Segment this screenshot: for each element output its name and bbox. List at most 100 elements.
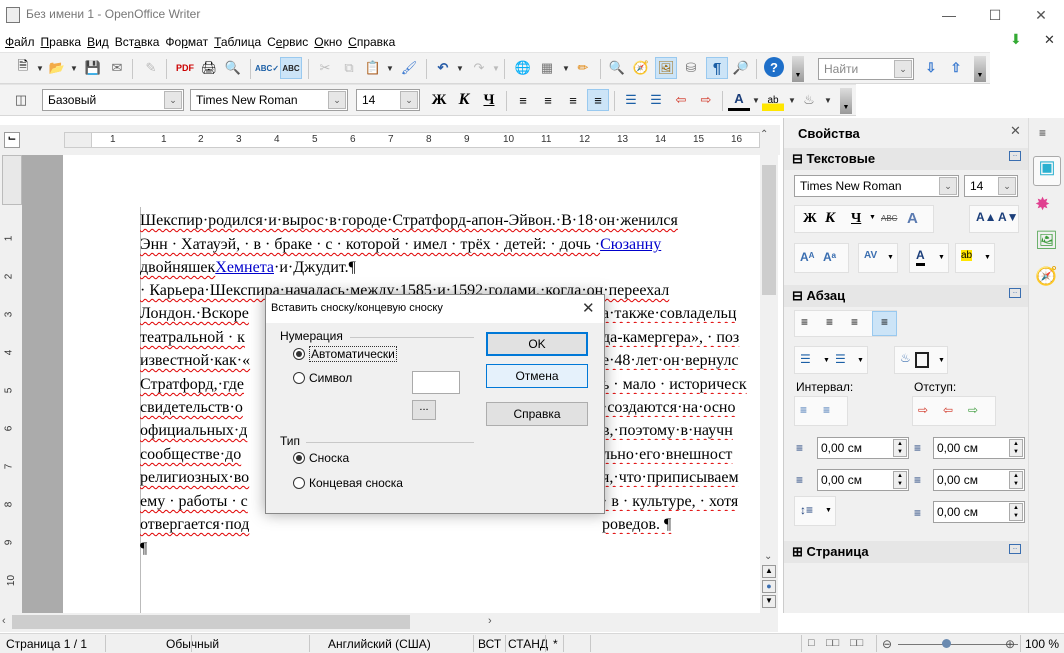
copy-icon[interactable]: ⧉ <box>338 57 360 79</box>
clone-formatting-icon[interactable]: 🖌 <box>398 57 420 79</box>
book-view-icon[interactable]: □□ <box>850 637 863 649</box>
sidebar-bullets-icon[interactable]: ☰ <box>800 352 811 366</box>
maximize-button[interactable]: ☐ <box>972 0 1018 30</box>
gallery-icon[interactable]: 🖼 <box>655 57 677 79</box>
doc-line[interactable]: Энн · Хатауэй, · в · браке · с · которой… <box>140 236 661 254</box>
italic-button[interactable]: К <box>453 89 475 111</box>
menu-8[interactable]: Справка <box>345 33 398 51</box>
tab-stop-type-button[interactable]: ⌙ <box>4 132 20 148</box>
text-more-options-icon[interactable]: ... <box>1009 151 1021 161</box>
vertical-scroll-thumb[interactable] <box>762 165 776 295</box>
find-next-icon[interactable]: ⇩ <box>920 57 942 79</box>
ok-button[interactable]: OK <box>486 332 588 356</box>
font-name-select[interactable]: Times New Roman ⌄ <box>190 89 348 111</box>
page-more-options-icon[interactable]: ... <box>1009 544 1021 554</box>
numbering-symbol-radio[interactable]: Символ <box>293 371 352 385</box>
superscript-icon[interactable]: Aᴬ <box>800 250 815 264</box>
menu-5[interactable]: Таблица <box>211 33 264 51</box>
increase-indent-icon[interactable]: ⇨ <box>695 89 717 111</box>
paragraph-section-header[interactable]: ⊟ Абзац <box>784 285 1029 307</box>
email-icon[interactable]: ✉ <box>106 57 128 79</box>
doc-line[interactable]: религиозных·во <box>140 469 249 487</box>
page-section-header[interactable]: ⊞ Страница <box>784 541 1029 563</box>
horizontal-scrollbar[interactable]: ‹ › <box>0 613 778 632</box>
doc-line-fragment[interactable]: ·создаются·на·осно <box>602 399 760 417</box>
open-folder-icon[interactable]: 📂 <box>46 57 68 79</box>
indent-after-input[interactable]: 0,00 см ▲ ▼ <box>933 469 1025 491</box>
sidebar-font-select[interactable]: Times New Roman ⌄ <box>794 175 959 197</box>
paragraph-background-icon[interactable]: ♨ <box>900 351 911 365</box>
space-below-input[interactable]: 0,00 см ▲ ▼ <box>817 469 909 491</box>
find-replace-icon[interactable]: 🔍 <box>606 57 628 79</box>
data-sources-icon[interactable]: ⛁ <box>680 57 702 79</box>
doc-line-fragment[interactable]: ь · мало · историческ <box>602 376 760 394</box>
doc-line[interactable]: ему · работы · с <box>140 493 248 511</box>
first-line-indent-input[interactable]: 0,00 см ▲ ▼ <box>933 501 1025 523</box>
properties-tab-icon[interactable]: ▣ <box>1033 156 1061 186</box>
background-color-icon[interactable]: ♨ <box>798 89 820 111</box>
toolbar-overflow-button[interactable]: ▼ <box>792 56 804 82</box>
font-size-select[interactable]: 14 ⌄ <box>356 89 420 111</box>
increase-font-icon[interactable]: A▲ <box>976 210 997 224</box>
close-window-button[interactable]: ✕ <box>1018 0 1064 30</box>
borders-icon[interactable] <box>915 352 929 368</box>
redo-icon[interactable]: ↷ <box>468 57 490 79</box>
gallery-tab-icon[interactable]: 🖼 <box>1035 230 1058 251</box>
doc-line[interactable]: отвергается·под <box>140 516 249 534</box>
export-pdf-icon[interactable]: PDF <box>174 57 196 79</box>
type-footnote-radio[interactable]: Сноска <box>293 451 349 465</box>
doc-line[interactable]: официальных·д <box>140 422 247 440</box>
menu-2[interactable]: Вид <box>84 33 112 51</box>
navigation-button[interactable]: ● <box>762 580 776 593</box>
single-page-view-icon[interactable]: □ <box>808 637 815 649</box>
menu-4[interactable]: Формат <box>162 33 211 51</box>
page-style[interactable]: Обычный <box>166 637 219 651</box>
increase-spacing-icon[interactable]: ≡ <box>800 403 807 417</box>
styles-icon[interactable]: ◫ <box>10 89 32 111</box>
menu-6[interactable]: Сервис <box>264 33 311 51</box>
navigator-tab-icon[interactable]: 🧭 <box>1035 266 1057 287</box>
menu-1[interactable]: Правка <box>38 33 85 51</box>
doc-line-fragment[interactable]: а·также·совладельц <box>602 305 760 323</box>
find-toolbar-overflow-button[interactable]: ▼ <box>974 56 986 82</box>
print-icon[interactable]: 🖨 <box>198 57 220 79</box>
doc-line-fragment[interactable]: в,·поэтому·в·научн <box>602 422 760 440</box>
minimize-button[interactable]: — <box>926 0 972 30</box>
scroll-left-icon[interactable]: ‹ <box>2 615 6 627</box>
align-justify-icon[interactable]: ≡ <box>587 89 609 111</box>
sidebar-size-select[interactable]: 14 ⌄ <box>964 175 1018 197</box>
table-icon[interactable]: ▦ <box>536 57 558 79</box>
subscript-icon[interactable]: Aᵃ <box>823 250 836 264</box>
vertical-scrollbar[interactable]: ⌄ ▲ ● ▼ <box>760 155 778 613</box>
align-right-icon[interactable]: ≡ <box>562 89 584 111</box>
language-indicator[interactable]: Английский (США) <box>328 637 431 651</box>
help-button[interactable]: Справка <box>486 402 588 426</box>
doc-line[interactable]: Лондон.·Вскоре <box>140 305 249 323</box>
symbol-input[interactable] <box>412 371 460 394</box>
numbering-auto-radio[interactable]: Автоматически <box>293 346 397 362</box>
decrease-font-icon[interactable]: A▼ <box>998 210 1019 224</box>
update-icon[interactable]: ⬇ <box>1010 31 1028 49</box>
menu-3[interactable]: Вставка <box>112 33 163 51</box>
doc-line[interactable]: Стратфорд,·где <box>140 376 244 394</box>
sidebar-font-color-icon[interactable]: A <box>916 248 925 266</box>
print-preview-icon[interactable]: 🔍 <box>222 57 244 79</box>
close-document-button[interactable]: ✕ <box>1044 32 1055 48</box>
horizontal-scroll-thumb[interactable] <box>12 615 410 629</box>
paste-icon[interactable]: 📋 <box>362 57 384 79</box>
underline-button[interactable]: Ч <box>478 89 500 111</box>
sidebar-close-icon[interactable]: ✕ <box>1010 123 1021 139</box>
browse-symbol-button[interactable]: ... <box>412 400 436 420</box>
previous-page-button[interactable]: ▲ <box>762 565 776 578</box>
cancel-button[interactable]: Отмена <box>486 364 588 388</box>
sidebar-align-justify-icon[interactable]: ≡ <box>872 311 897 336</box>
doc-line[interactable]: ¶ <box>140 540 147 558</box>
zoom-out-icon[interactable]: ⊖ <box>882 637 892 651</box>
sidebar-align-left-icon[interactable]: ≡ <box>801 315 808 329</box>
doc-line-fragment[interactable]: льно·его·внешност <box>602 446 760 464</box>
numbering-icon[interactable]: ☰ <box>620 89 642 111</box>
sidebar-italic-button[interactable]: К <box>825 210 835 227</box>
spellcheck-icon[interactable]: ABC✓ <box>255 57 279 79</box>
selection-mode[interactable]: СТАНД <box>508 637 548 651</box>
multi-page-view-icon[interactable]: □□ <box>826 637 839 649</box>
